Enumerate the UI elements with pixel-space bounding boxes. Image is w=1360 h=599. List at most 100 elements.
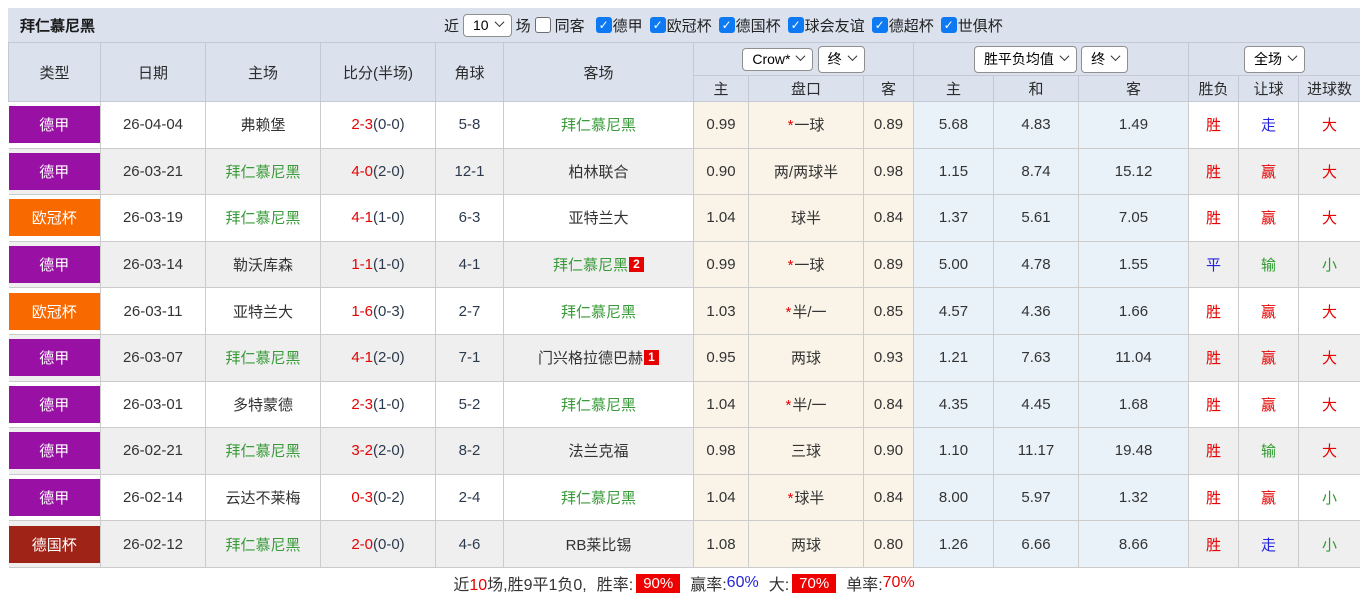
home-team-name[interactable]: 拜仁慕尼黑 (225, 164, 300, 181)
avg-home-cell: 1.37 (914, 195, 994, 242)
away-team-cell: RB莱比锡 (504, 521, 694, 568)
home-team-name[interactable]: 拜仁慕尼黑 (225, 443, 300, 460)
away-team-name[interactable]: 拜仁慕尼黑 (561, 117, 636, 134)
handicap-result-cell: 输 (1239, 241, 1299, 288)
type-cell: 德甲 (9, 381, 101, 428)
home-team-name[interactable]: 云达不莱梅 (225, 490, 300, 507)
home-team-name[interactable]: 多特蒙德 (233, 397, 293, 414)
avg-home-cell: 1.26 (914, 521, 994, 568)
date-cell: 26-03-21 (101, 148, 206, 195)
type-cell: 德甲 (9, 334, 101, 381)
competition-filter-5[interactable]: ✓德超杯 (872, 15, 934, 36)
away-team-cell: 拜仁慕尼黑 (504, 474, 694, 521)
company-time-select[interactable]: 终 (818, 46, 865, 73)
handicap-result-cell: 赢 (1239, 195, 1299, 242)
competition-filter-3[interactable]: ✓德国杯 (719, 15, 781, 36)
checkbox-icon[interactable]: ✓ (650, 17, 666, 33)
home-team-cell: 拜仁慕尼黑 (206, 148, 321, 195)
away-team-cell: 拜仁慕尼黑 (504, 102, 694, 149)
away-team-name[interactable]: 拜仁慕尼黑 (561, 397, 636, 414)
competition-label: 球会友谊 (805, 15, 865, 36)
home-team-name[interactable]: 拜仁慕尼黑 (225, 350, 300, 367)
odds-away-cell: 0.84 (864, 195, 914, 242)
odds-away-cell: 0.89 (864, 241, 914, 288)
odds-home-cell: 0.99 (694, 102, 749, 149)
competition-filter-6[interactable]: ✓世俱杯 (941, 15, 1003, 36)
sub-header-5: 和 (994, 76, 1079, 102)
away-team-name[interactable]: 拜仁慕尼黑 (553, 257, 628, 274)
corner-score: 2-7 (459, 303, 481, 320)
chevron-down-icon (1288, 51, 1298, 61)
home-team-cell: 亚特兰大 (206, 288, 321, 335)
handicap-cell: *一球 (749, 241, 864, 288)
odds-away-cell: 0.85 (864, 288, 914, 335)
league-type-badge: 德甲 (9, 479, 101, 516)
header-row-top: 类型日期主场比分(半场)角球客场 Crow* 终 胜平负均值 终 全场 (9, 43, 1360, 76)
competition-filter-4[interactable]: ✓球会友谊 (788, 15, 865, 36)
handicap-text: 球半 (791, 210, 821, 227)
handicap-text: 球半 (794, 490, 824, 507)
half-score: (0-0) (373, 116, 405, 133)
half-score: (2-0) (373, 442, 405, 459)
result-cell: 平 (1189, 241, 1239, 288)
scope-select[interactable]: 全场 (1244, 46, 1305, 73)
home-team-name[interactable]: 弗赖堡 (240, 117, 285, 134)
avg-draw-cell: 11.17 (994, 428, 1079, 475)
match-count-select[interactable]: 10 (463, 14, 512, 37)
result-cell: 胜 (1189, 521, 1239, 568)
corner-cell: 5-8 (436, 102, 504, 149)
home-team-name[interactable]: 亚特兰大 (233, 304, 293, 321)
avg-time-select[interactable]: 终 (1081, 46, 1128, 73)
away-team-name[interactable]: 柏林联合 (568, 164, 628, 181)
sub-header-3: 客 (864, 76, 914, 102)
odds-company-select[interactable]: Crow* (742, 48, 813, 71)
avg-odds-select[interactable]: 胜平负均值 (974, 46, 1077, 73)
away-team-name[interactable]: 拜仁慕尼黑 (561, 304, 636, 321)
avg-away-cell: 1.55 (1079, 241, 1189, 288)
avg-home-cell: 1.10 (914, 428, 994, 475)
checkbox-icon[interactable]: ✓ (872, 17, 888, 33)
home-team-cell: 拜仁慕尼黑 (206, 195, 321, 242)
away-team-cell: 拜仁慕尼黑 (504, 381, 694, 428)
half-score: (2-0) (373, 163, 405, 180)
competition-label: 世俱杯 (958, 15, 1003, 36)
avg-away-cell: 11.04 (1079, 334, 1189, 381)
date-cell: 26-03-14 (101, 241, 206, 288)
odds-home-cell: 1.04 (694, 381, 749, 428)
odds-home-cell: 1.03 (694, 288, 749, 335)
table-row: 德甲26-03-21拜仁慕尼黑4-0(2-0)12-1柏林联合0.90两/两球半… (9, 148, 1360, 195)
checkbox-icon[interactable]: ✓ (941, 17, 957, 33)
corner-cell: 5-2 (436, 381, 504, 428)
odds-away-cell: 0.89 (864, 102, 914, 149)
checkbox-icon[interactable]: ✓ (596, 17, 612, 33)
full-score: 4-0 (351, 163, 373, 180)
date-cell: 26-03-07 (101, 334, 206, 381)
date-cell: 26-04-04 (101, 102, 206, 149)
competition-filter-1[interactable]: ✓德甲 (596, 15, 643, 36)
away-team-cell: 门兴格拉德巴赫1 (504, 334, 694, 381)
full-score: 3-2 (351, 442, 373, 459)
checkbox-icon[interactable]: ✓ (788, 17, 804, 33)
away-team-name[interactable]: RB莱比锡 (566, 537, 632, 554)
home-team-name[interactable]: 拜仁慕尼黑 (225, 537, 300, 554)
full-score: 0-3 (351, 489, 373, 506)
competition-label: 欧冠杯 (667, 15, 712, 36)
handicap-result-cell: 赢 (1239, 334, 1299, 381)
home-team-name[interactable]: 勒沃库森 (233, 257, 293, 274)
home-team-name[interactable]: 拜仁慕尼黑 (225, 210, 300, 227)
odds-away-cell: 0.98 (864, 148, 914, 195)
competition-filter-2[interactable]: ✓欧冠杯 (650, 15, 712, 36)
avg-time-value: 终 (1091, 49, 1105, 69)
away-team-name[interactable]: 门兴格拉德巴赫 (538, 350, 643, 367)
away-team-name[interactable]: 拜仁慕尼黑 (561, 490, 636, 507)
same-away-checkbox[interactable] (535, 17, 551, 33)
away-team-name[interactable]: 亚特兰大 (568, 210, 628, 227)
away-team-name[interactable]: 法兰克福 (568, 443, 628, 460)
league-type-badge: 欧冠杯 (9, 293, 101, 330)
away-team-cell: 亚特兰大 (504, 195, 694, 242)
checkbox-icon[interactable]: ✓ (719, 17, 735, 33)
corner-score: 5-2 (459, 396, 481, 413)
handicap-cell: *球半 (749, 474, 864, 521)
avg-odds-value: 胜平负均值 (984, 49, 1054, 69)
goals-result-cell: 大 (1299, 334, 1360, 381)
